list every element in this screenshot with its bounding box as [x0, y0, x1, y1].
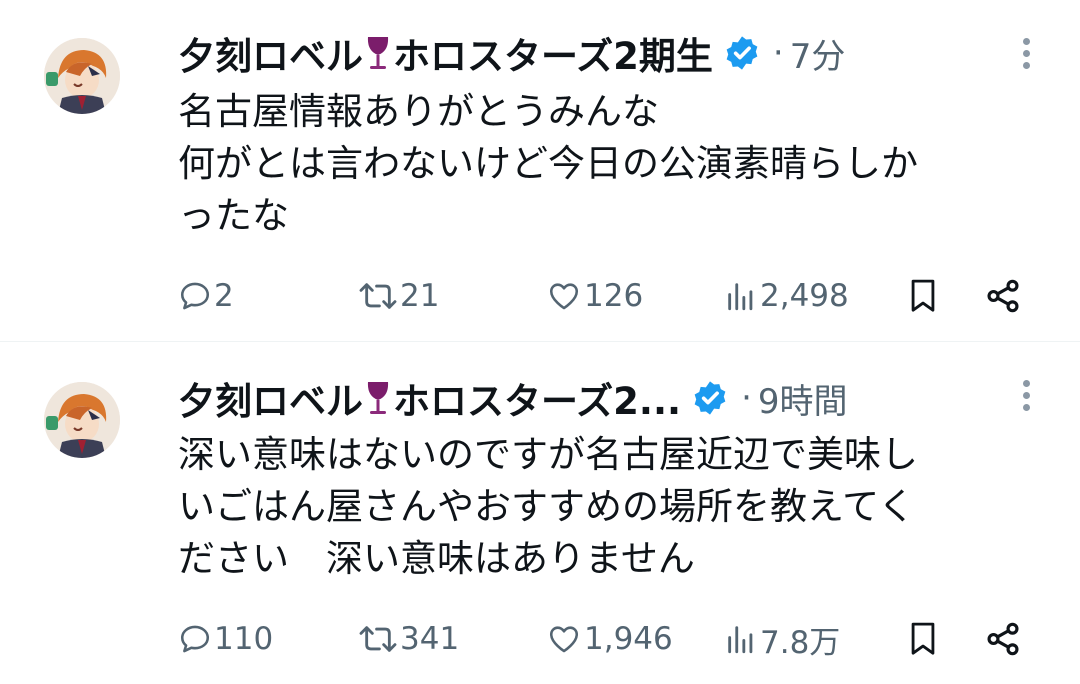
avatar[interactable] [44, 38, 120, 114]
more-vertical-icon[interactable] [1020, 38, 1032, 74]
tweet-header: 夕刻ロベル ホロスターズ2期生 · 7分 [178, 24, 968, 82]
avatar[interactable] [44, 382, 120, 458]
share-icon [987, 279, 1019, 313]
retweet-icon [359, 283, 397, 309]
views-button[interactable]: 7.8万 [724, 614, 840, 664]
reply-icon [180, 625, 210, 653]
retweet-icon [359, 626, 397, 652]
views-chart-icon [728, 283, 753, 311]
timestamp[interactable]: 7分 [790, 29, 846, 78]
views-count: 7.8万 [760, 624, 841, 661]
verified-badge-icon[interactable] [691, 379, 729, 417]
separator-dot: · [772, 33, 784, 73]
retweet-button[interactable]: 21 [358, 271, 439, 321]
display-name[interactable]: 夕刻ロベル ホロスターズ2期生 [178, 26, 713, 80]
heart-icon [549, 283, 579, 310]
retweet-count: 341 [400, 621, 460, 657]
reply-count: 110 [214, 621, 274, 657]
bookmark-icon [911, 622, 935, 655]
reply-button[interactable]: 110 [178, 614, 273, 664]
display-name[interactable]: 夕刻ロベル ホロスターズ2... [178, 371, 681, 425]
like-button[interactable]: 126 [546, 271, 643, 321]
share-button[interactable] [984, 271, 1022, 321]
more-vertical-icon[interactable] [1020, 380, 1032, 416]
like-count: 1,946 [584, 621, 673, 657]
bookmark-button[interactable] [906, 271, 940, 321]
wine-glass-icon [367, 382, 389, 414]
tweet-text: 名古屋情報ありがとうみんな 何がとは言わないけど今日の公演素晴らしか ったな [178, 90, 918, 237]
views-count: 2,498 [760, 278, 849, 314]
views-chart-icon [728, 626, 753, 654]
like-button[interactable]: 1,946 [546, 614, 673, 664]
tweet[interactable]: 夕刻ロベル ホロスターズ2期生 · 7分 名古屋情報ありがとうみんな 何がとは言わ… [0, 0, 1080, 342]
verified-badge-icon[interactable] [723, 34, 761, 72]
action-bar: 110 341 1,946 7.8万 [178, 614, 1038, 664]
reply-count: 2 [214, 278, 234, 314]
heart-icon [549, 626, 579, 653]
like-count: 126 [584, 278, 644, 314]
reply-icon [180, 282, 210, 310]
tweet-header: 夕刻ロベル ホロスターズ2... · 9時間 [178, 369, 968, 427]
share-button[interactable] [984, 614, 1022, 664]
wine-glass-icon [367, 37, 389, 69]
retweet-button[interactable]: 341 [358, 614, 459, 664]
bookmark-button[interactable] [906, 614, 940, 664]
separator-dot: · [741, 378, 752, 418]
tweet[interactable]: 夕刻ロベル ホロスターズ2... · 9時間 深い意味はないのですが名古屋近辺で美… [0, 342, 1080, 684]
share-icon [987, 622, 1019, 656]
retweet-count: 21 [400, 278, 440, 314]
bookmark-icon [911, 279, 935, 312]
reply-button[interactable]: 2 [178, 271, 234, 321]
tweet-text: 深い意味はないのですが名古屋近辺で美味し いごはん屋さんやおすすめの場所を教えて… [178, 433, 918, 580]
action-bar: 2 21 126 2,498 [178, 271, 1038, 321]
views-button[interactable]: 2,498 [724, 271, 849, 321]
timestamp[interactable]: 9時間 [758, 374, 848, 423]
